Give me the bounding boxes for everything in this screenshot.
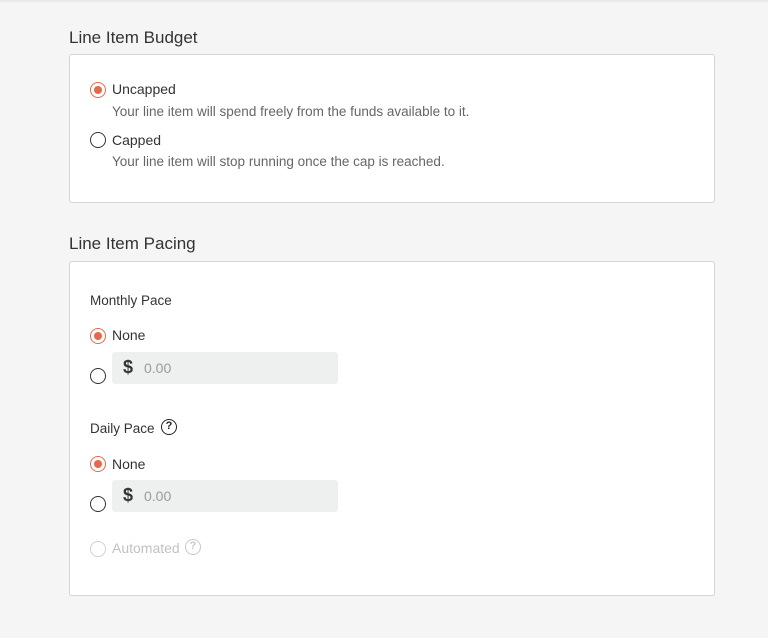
dollar-sign: $	[123, 357, 134, 377]
daily-amount-input[interactable]	[144, 480, 324, 512]
daily-none-label[interactable]: None	[112, 456, 145, 472]
monthly-pace-label: Monthly Pace	[90, 293, 172, 308]
daily-pace-label: Daily Pace	[90, 421, 155, 436]
budget-card: Uncapped Your line item will spend freel…	[69, 54, 715, 203]
automated-radio	[90, 541, 106, 557]
question-circle-icon[interactable]: ?	[161, 419, 177, 435]
uncapped-radio[interactable]	[90, 82, 106, 98]
daily-amount-radio[interactable]	[90, 496, 106, 512]
question-circle-icon: ?	[185, 539, 201, 555]
monthly-amount-radio[interactable]	[90, 368, 106, 384]
monthly-none-radio[interactable]	[90, 328, 106, 344]
pacing-section-title: Line Item Pacing	[69, 234, 196, 253]
pacing-card: Monthly Pace None $ Daily Pace ? None $ …	[69, 261, 715, 596]
dollar-sign: $	[123, 485, 134, 505]
budget-section-title: Line Item Budget	[69, 28, 198, 47]
capped-radio[interactable]	[90, 132, 106, 148]
monthly-none-label[interactable]: None	[112, 327, 145, 343]
daily-amount-field: $	[112, 480, 338, 512]
monthly-amount-field: $	[112, 352, 338, 384]
uncapped-description: Your line item will spend freely from th…	[112, 104, 470, 119]
daily-none-radio[interactable]	[90, 456, 106, 472]
automated-label: Automated	[112, 540, 180, 556]
capped-description: Your line item will stop running once th…	[112, 154, 445, 169]
top-shadow	[0, 0, 768, 3]
uncapped-label[interactable]: Uncapped	[112, 81, 176, 97]
monthly-amount-input[interactable]	[144, 352, 324, 384]
capped-label[interactable]: Capped	[112, 132, 161, 148]
